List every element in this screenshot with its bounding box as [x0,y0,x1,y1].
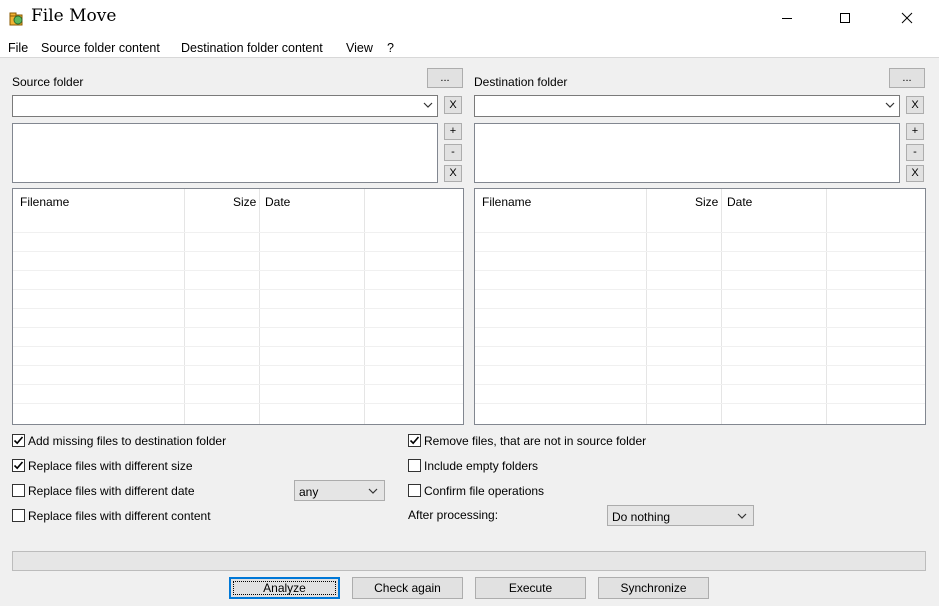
chevron-down-icon [368,488,378,494]
date-mode-select[interactable]: any [294,480,385,501]
check-again-button[interactable]: Check again [352,577,463,599]
replace-content-label: Replace files with different content [28,509,211,523]
destination-folder-combo[interactable] [474,95,900,117]
replace-size-checkbox[interactable] [12,459,25,472]
source-grid-header: Filename Size Date [13,189,463,213]
remove-files-label: Remove files, that are not in source fol… [424,434,647,448]
destination-browse-button[interactable]: ... [889,68,925,88]
destination-clear-button[interactable]: X [906,96,924,114]
column-header-date[interactable]: Date [265,195,290,209]
confirm-ops-checkbox[interactable] [408,484,421,497]
source-file-grid[interactable]: Filename Size Date [12,188,464,425]
menu-destination-folder-content[interactable]: Destination folder content [181,41,323,55]
menu-help[interactable]: ? [387,41,394,55]
close-button[interactable] [884,0,930,36]
destination-grid-header: Filename Size Date [475,189,925,213]
source-clear-list-button[interactable]: X [444,165,462,182]
replace-date-checkbox[interactable] [12,484,25,497]
checkmark-icon [13,436,24,445]
chevron-down-icon [423,102,433,108]
remove-files-checkbox[interactable] [408,434,421,447]
source-folder-list[interactable] [12,123,438,183]
include-empty-checkbox[interactable] [408,459,421,472]
source-folder-combo[interactable] [12,95,438,117]
date-mode-value: any [299,485,319,499]
close-icon [901,12,913,24]
replace-date-label: Replace files with different date [28,484,195,498]
checkmark-icon [13,461,24,470]
column-header-filename[interactable]: Filename [20,195,69,209]
source-browse-button[interactable]: ... [427,68,463,88]
minimize-icon [782,18,792,19]
chevron-down-icon [737,513,747,519]
column-header-size[interactable]: Size [233,195,256,209]
add-missing-checkbox[interactable] [12,434,25,447]
maximize-icon [840,13,850,23]
progress-bar [12,551,926,571]
include-empty-label: Include empty folders [424,459,539,473]
after-processing-value: Do nothing [612,510,671,524]
menu-view[interactable]: View [346,41,373,55]
window-title: File Move [31,6,117,26]
replace-size-label: Replace files with different size [28,459,193,473]
app-icon [8,9,26,27]
destination-clear-list-button[interactable]: X [906,165,924,182]
execute-button[interactable]: Execute [475,577,586,599]
after-processing-label: After processing: [408,508,499,522]
confirm-ops-label: Confirm file operations [424,484,545,498]
chevron-down-icon [885,102,895,108]
minimize-button[interactable] [764,0,810,36]
menu-file[interactable]: File [8,41,28,55]
column-header-date[interactable]: Date [727,195,752,209]
after-processing-select[interactable]: Do nothing [607,505,754,526]
synchronize-button[interactable]: Synchronize [598,577,709,599]
destination-add-button[interactable]: + [906,123,924,140]
destination-file-grid[interactable]: Filename Size Date [474,188,926,425]
maximize-button[interactable] [822,0,868,36]
analyze-button[interactable]: Analyze [229,577,340,599]
source-clear-button[interactable]: X [444,96,462,114]
source-add-button[interactable]: + [444,123,462,140]
menu-source-folder-content[interactable]: Source folder content [41,41,160,55]
checkmark-icon [409,436,420,445]
destination-folder-list[interactable] [474,123,900,183]
source-folder-label: Source folder [12,75,84,89]
column-header-filename[interactable]: Filename [482,195,531,209]
column-header-size[interactable]: Size [695,195,718,209]
source-remove-button[interactable]: - [444,144,462,161]
destination-folder-label: Destination folder [474,75,568,89]
add-missing-label: Add missing files to destination folder [28,434,227,448]
destination-remove-button[interactable]: - [906,144,924,161]
replace-content-checkbox[interactable] [12,509,25,522]
